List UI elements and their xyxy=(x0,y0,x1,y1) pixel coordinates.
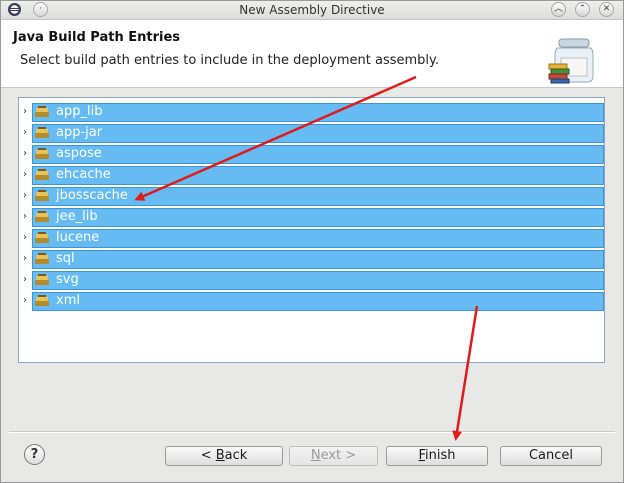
tree-item-label: aspose xyxy=(56,146,102,161)
back-button[interactable]: < Back xyxy=(165,446,283,466)
help-icon[interactable]: ? xyxy=(24,444,45,465)
tree-item-label: jbosscache xyxy=(56,188,128,203)
library-jar-icon xyxy=(35,169,49,180)
jar-wizard-icon xyxy=(548,38,594,84)
tree-row[interactable]: › svg xyxy=(20,270,604,291)
next-label: ext > xyxy=(320,448,357,463)
row-selection xyxy=(32,208,604,227)
tree-row[interactable]: › ehcache xyxy=(20,165,604,186)
tree-row[interactable]: › aspose xyxy=(20,144,604,165)
page-description: Select build path entries to include in … xyxy=(20,53,439,68)
library-jar-icon xyxy=(35,127,49,138)
window-title: New Assembly Directive xyxy=(239,3,385,17)
tree-item-label: sql xyxy=(56,251,75,266)
row-selection xyxy=(32,271,604,290)
tree-item-label: lucene xyxy=(56,230,100,245)
tree-item-label: app_lib xyxy=(56,104,103,119)
next-button[interactable]: Next > xyxy=(289,446,378,466)
tree-row[interactable]: › app-jar xyxy=(20,123,604,144)
tree-row[interactable]: › sql xyxy=(20,249,604,270)
library-jar-icon xyxy=(35,295,49,306)
library-jar-icon xyxy=(35,232,49,243)
library-jar-icon xyxy=(35,190,49,201)
dialog-window: · New Assembly Directive ︿ ⌃ ✕ Java Buil… xyxy=(0,0,624,483)
tree-item-label: app-jar xyxy=(56,125,103,140)
finish-button[interactable]: Finish xyxy=(386,446,488,466)
tree-row[interactable]: › xml xyxy=(20,291,604,312)
page-title: Java Build Path Entries xyxy=(13,30,181,45)
next-mnemonic: N xyxy=(310,448,321,463)
maximize-icon[interactable]: ⌃ xyxy=(575,2,590,17)
tree-row[interactable]: › jee_lib xyxy=(20,207,604,228)
row-selection xyxy=(32,292,604,311)
library-jar-icon xyxy=(35,253,49,264)
row-selection xyxy=(32,145,604,164)
wizard-header: Java Build Path Entries Select build pat… xyxy=(1,20,623,88)
row-selection xyxy=(32,229,604,248)
row-selection xyxy=(32,103,604,122)
tree-row[interactable]: › app_lib xyxy=(20,102,604,123)
row-selection xyxy=(32,124,604,143)
cancel-label: Cancel xyxy=(528,448,574,463)
library-jar-icon xyxy=(35,274,49,285)
library-jar-icon xyxy=(35,211,49,222)
back-mnemonic: B xyxy=(215,448,225,463)
shade-icon[interactable]: ︿ xyxy=(551,2,566,17)
build-path-tree[interactable]: › app_lib › app-jar › aspose › ehcache › xyxy=(18,97,605,363)
title-bar: · New Assembly Directive ︿ ⌃ ✕ xyxy=(1,1,623,20)
tree-row[interactable]: › lucene xyxy=(20,228,604,249)
tree-item-label: jee_lib xyxy=(56,209,98,224)
back-label: ack xyxy=(224,448,248,463)
library-jar-icon xyxy=(35,148,49,159)
row-selection xyxy=(32,250,604,269)
tree-row[interactable]: › jbosscache xyxy=(20,186,604,207)
tree-item-label: svg xyxy=(56,272,79,287)
row-selection xyxy=(32,166,604,185)
button-bar-separator-highlight xyxy=(9,432,615,433)
cancel-button[interactable]: Cancel xyxy=(500,446,602,466)
library-jar-icon xyxy=(35,106,49,117)
back-prefix: < xyxy=(200,448,216,463)
tree-item-label: xml xyxy=(56,293,80,308)
tree-item-label: ehcache xyxy=(56,167,111,182)
close-icon[interactable]: ✕ xyxy=(599,2,614,17)
finish-label: inish xyxy=(425,448,456,463)
